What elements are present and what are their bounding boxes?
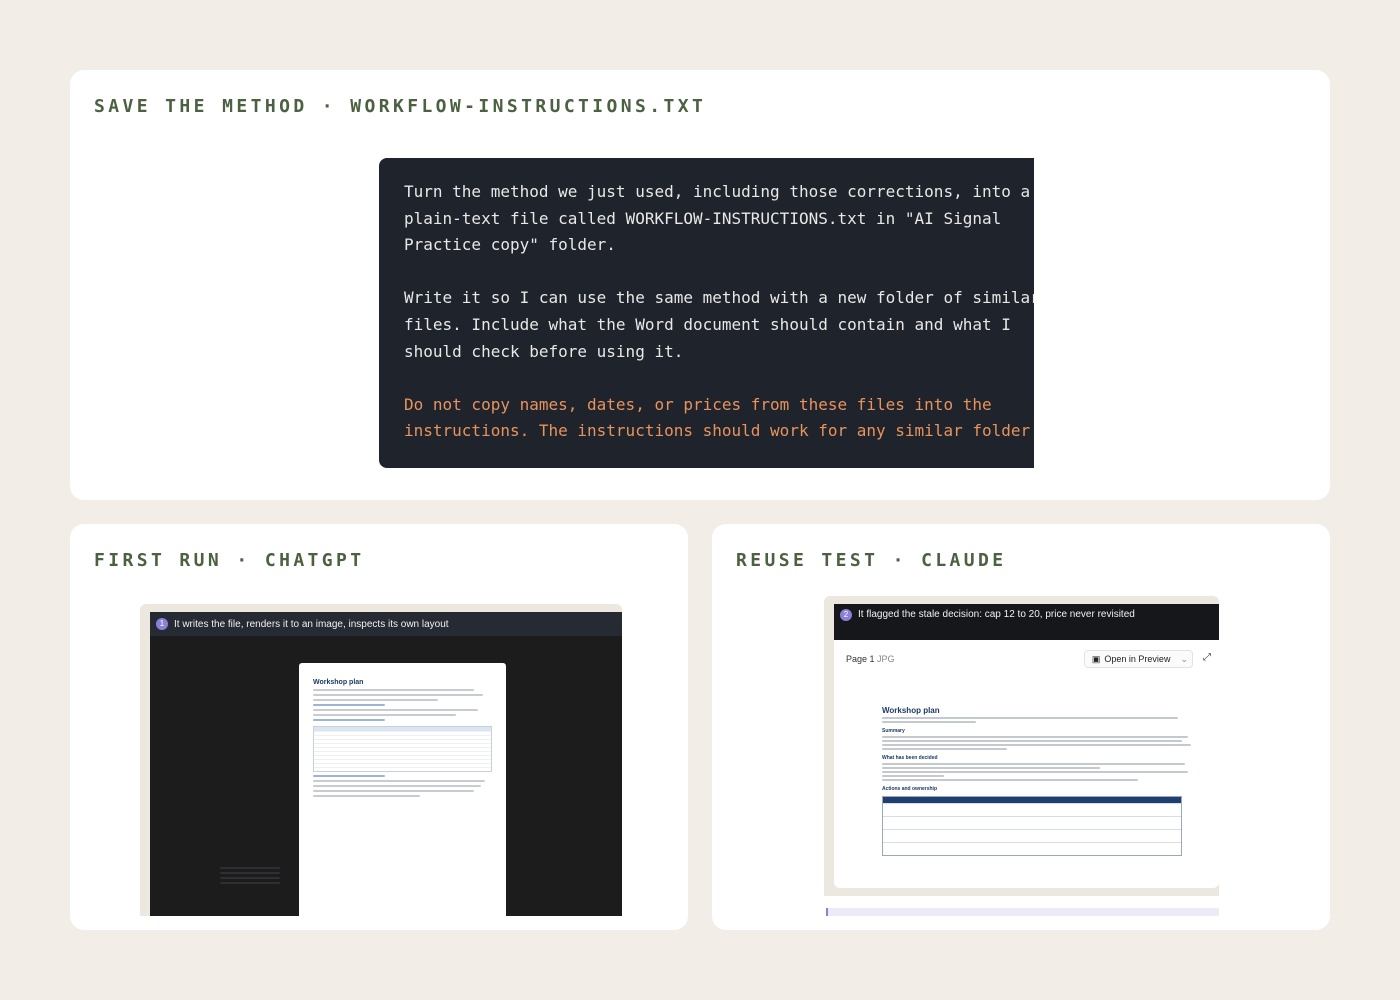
preview-header: Page 1 JPG — [846, 654, 895, 664]
reuse-test-card: REUSE TEST · CLAUDE 2 It flagged the sta… — [712, 524, 1330, 930]
chatgpt-screenshot: 1 It writes the file, renders it to an i… — [140, 604, 622, 916]
page-label: Page 1 — [846, 654, 875, 664]
prompt-paragraph: Write it so I can use the same method wi… — [404, 288, 1034, 361]
doc-title: Workshop plan — [882, 706, 940, 715]
doc-section: Summary — [882, 728, 905, 734]
input-strip — [826, 908, 1219, 916]
save-method-card: SAVE THE METHOD · WORKFLOW-INSTRUCTIONS.… — [70, 70, 1330, 500]
doc-table — [882, 796, 1182, 856]
step-badge: 1 — [156, 618, 168, 630]
file-type: JPG — [877, 654, 895, 664]
prompt-warning: Do not copy names, dates, or prices from… — [404, 394, 1034, 441]
open-button-label: Open in Preview — [1104, 654, 1171, 664]
doc-title: Workshop plan — [313, 679, 364, 686]
card-title: SAVE THE METHOD · WORKFLOW-INSTRUCTIONS.… — [94, 96, 707, 117]
open-in-preview-button[interactable]: ▣ Open in Preview ⌄ — [1083, 650, 1193, 668]
claude-screenshot: 2 It flagged the stale decision: cap 12 … — [824, 596, 1219, 896]
card-title: REUSE TEST · CLAUDE — [736, 550, 1007, 571]
chevron-down-icon[interactable]: ⌄ — [1180, 654, 1188, 665]
caption-bar: 2 It flagged the stale decision: cap 12 … — [834, 604, 1219, 640]
doc-section: What has been decided — [882, 755, 938, 761]
step-badge: 2 — [840, 609, 852, 621]
doc-section: Actions and ownership — [882, 786, 938, 792]
rendered-document-image: Workshop plan — [299, 663, 506, 916]
doc-table — [313, 726, 492, 772]
chat-sidebar — [220, 864, 280, 884]
preview-app-icon: ▣ — [1091, 653, 1101, 664]
caption-text: It writes the file, renders it to an ima… — [174, 618, 449, 630]
first-run-card: FIRST RUN · CHATGPT 1 It writes the file… — [70, 524, 688, 930]
prompt-paragraph: Turn the method we just used, including … — [404, 182, 1031, 255]
expand-icon[interactable]: ⤢ — [1203, 652, 1211, 663]
card-title: FIRST RUN · CHATGPT — [94, 550, 365, 571]
prompt-box: Turn the method we just used, including … — [379, 158, 1034, 468]
file-preview-panel: Page 1 JPG ▣ Open in Preview ⌄ ⤢ Worksho… — [834, 640, 1219, 888]
caption-text: It flagged the stale decision: cap 12 to… — [858, 609, 1135, 620]
rendered-document-image: Workshop plan Summary What has been deci… — [882, 706, 1194, 856]
caption-bar: 1 It writes the file, renders it to an i… — [150, 612, 622, 636]
